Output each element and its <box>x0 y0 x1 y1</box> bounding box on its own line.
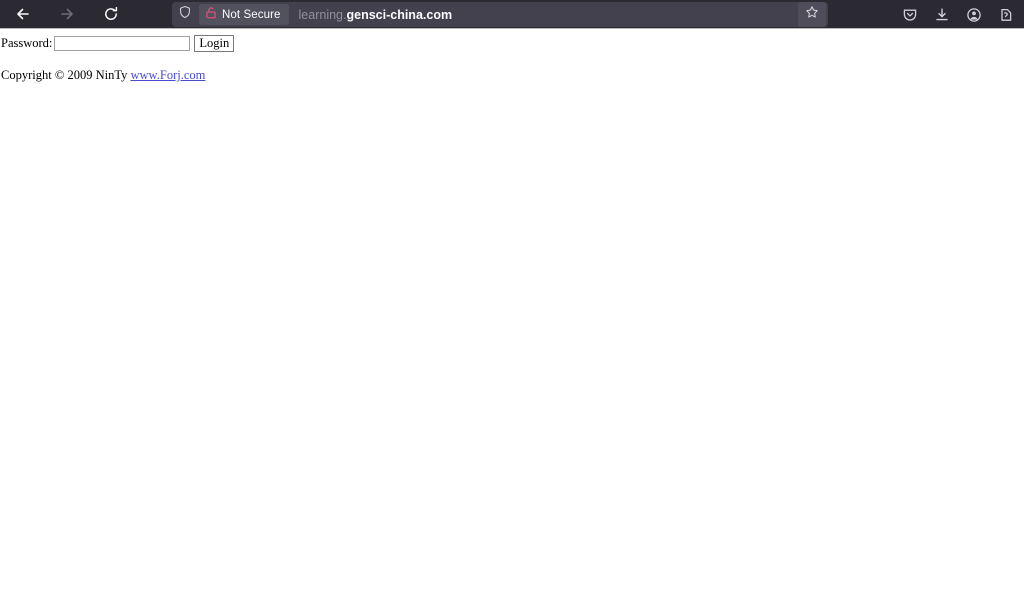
password-label: Password: <box>1 36 53 50</box>
extensions-icon <box>998 7 1014 23</box>
star-icon <box>805 5 819 24</box>
tracking-protection-button[interactable] <box>172 2 198 27</box>
copyright-text: Copyright © 2009 NinTy <box>1 68 131 82</box>
login-button[interactable]: Login <box>194 35 235 52</box>
shield-icon <box>178 5 192 24</box>
download-icon <box>934 7 950 23</box>
reload-button[interactable] <box>94 0 128 29</box>
broken-lock-icon <box>205 6 217 24</box>
browser-toolbar: Not Secure learning.gensci-china.com <box>0 0 1024 29</box>
url-prefix: learning. <box>298 7 347 22</box>
page-content: Password: Login Copyright © 2009 NinTy w… <box>0 29 1024 83</box>
url-domain: gensci-china.com <box>346 7 453 22</box>
extensions-button[interactable] <box>994 3 1018 27</box>
toolbar-right-icons <box>898 0 1018 29</box>
navigation-button-group <box>0 0 128 28</box>
not-secure-label: Not Secure <box>222 8 281 21</box>
url-bar[interactable]: Not Secure learning.gensci-china.com <box>172 2 828 27</box>
pocket-icon <box>902 7 918 23</box>
arrow-right-icon <box>59 6 75 22</box>
not-secure-badge[interactable]: Not Secure <box>199 4 289 25</box>
pocket-button[interactable] <box>898 3 922 27</box>
forward-button[interactable] <box>50 0 84 29</box>
url-text[interactable]: learning.gensci-china.com <box>299 8 798 22</box>
account-button[interactable] <box>962 3 986 27</box>
reload-icon <box>103 6 119 22</box>
login-form: Password: Login <box>0 29 1024 52</box>
copyright-footer: Copyright © 2009 NinTy www.Forj.com <box>0 52 1024 83</box>
forj-link[interactable]: www.Forj.com <box>130 68 205 82</box>
password-input[interactable] <box>54 36 191 51</box>
back-button[interactable] <box>6 0 40 29</box>
account-icon <box>966 7 982 23</box>
bookmark-button[interactable] <box>798 2 826 27</box>
downloads-button[interactable] <box>930 3 954 27</box>
arrow-left-icon <box>15 6 31 22</box>
